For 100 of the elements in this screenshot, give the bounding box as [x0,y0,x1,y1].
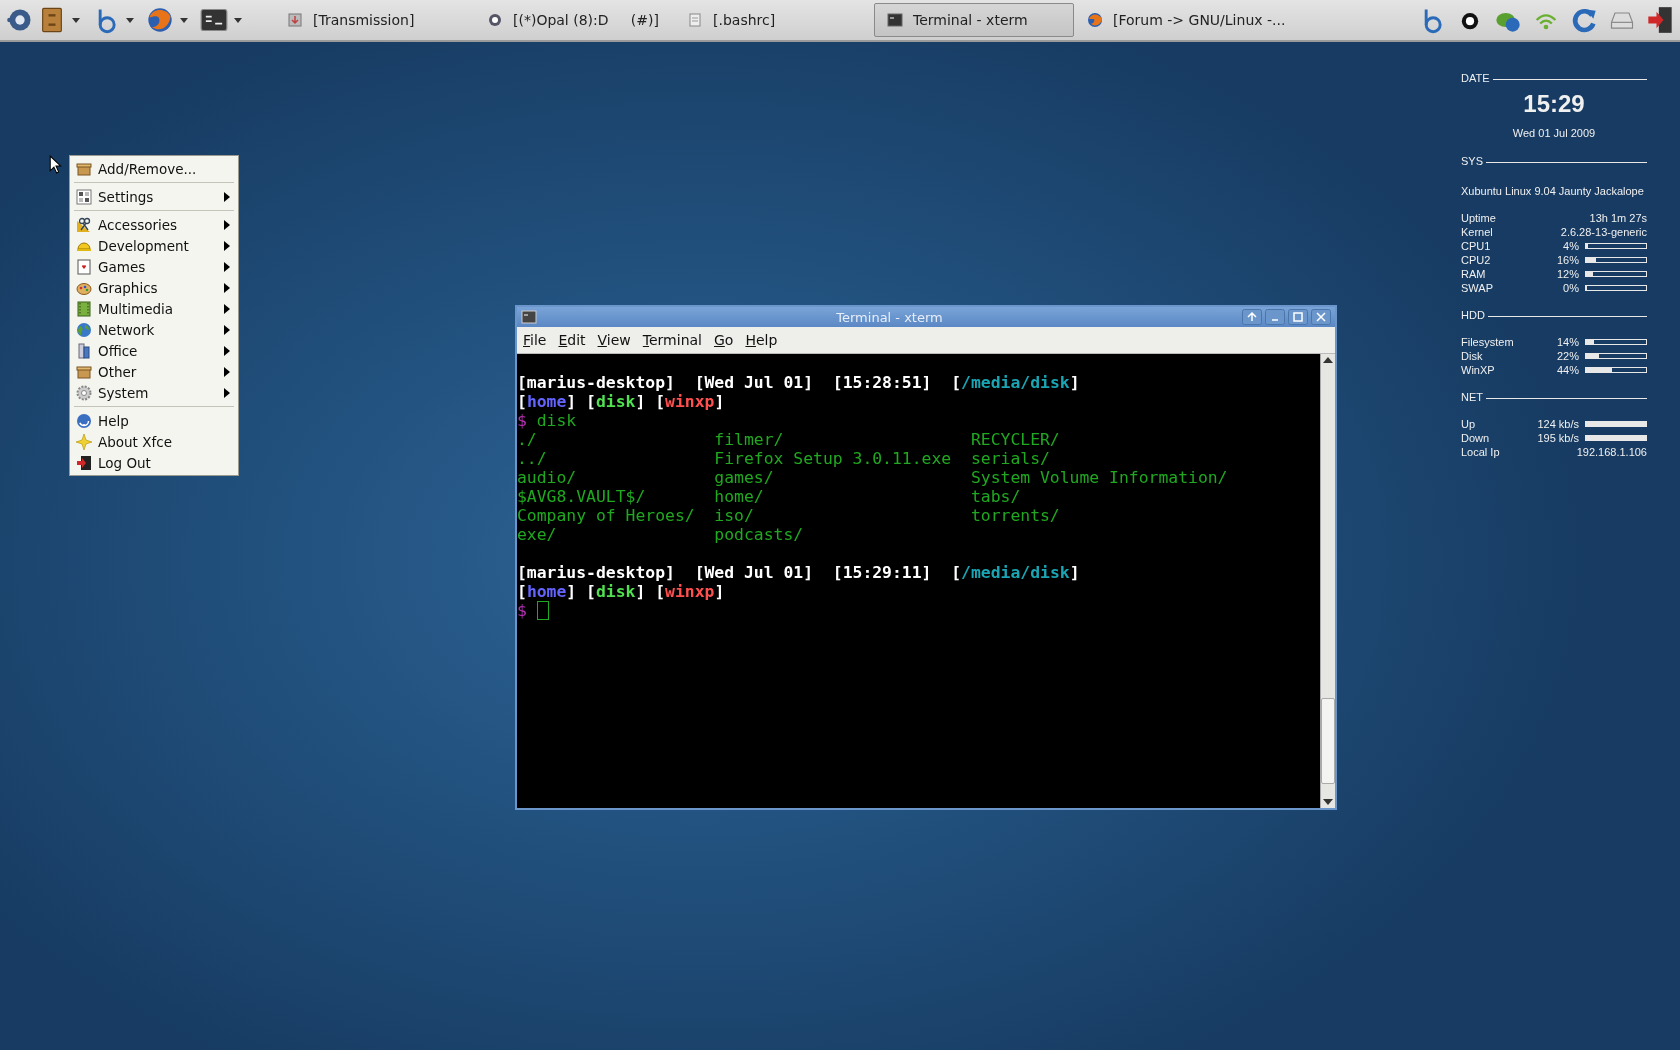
menu-bar-item[interactable]: Go [714,332,734,348]
menu-item[interactable]: Office [70,340,238,361]
prompt-text: [disk] [586,392,646,411]
submenu-arrow-icon [224,324,230,335]
prompt-text: [disk] [586,582,646,601]
stat-label: WinXP [1461,364,1496,376]
file-name: tabs/ [970,487,1021,506]
stat-value: 2.6.28-13-generic [1560,226,1647,238]
menu-item[interactable]: Games [70,256,238,277]
menu-item[interactable]: Settings [70,186,238,207]
usage-bar [1585,257,1647,263]
menu-item[interactable]: Network [70,319,238,340]
stat-value: 12% [1556,268,1579,280]
close-button[interactable] [1311,309,1331,325]
usage-bar [1585,271,1647,277]
prompt-text: [winxp] [655,582,725,601]
stat-value: 44% [1556,364,1579,376]
stat-label: SWAP [1461,282,1494,294]
usage-bar [1585,243,1647,249]
usage-bar [1585,421,1647,427]
section-heading: HDD [1461,309,1485,321]
download-icon [287,12,303,28]
file-name: torrents/ [970,506,1060,525]
submenu-arrow-icon [224,261,230,272]
stat-label: Down [1461,432,1491,444]
menu-item[interactable]: Graphics [70,277,238,298]
clock-time: 15:29 [1522,90,1586,118]
menu-bar-item[interactable]: Help [745,332,778,348]
document-icon [76,342,92,359]
stat-label: Local Ip [1461,446,1501,458]
star-icon [76,433,92,450]
stat-value: 192.168.1.106 [1576,446,1647,458]
file-name: System Volume Information/ [970,468,1228,487]
submenu-arrow-icon [224,219,230,230]
maximize-button[interactable] [1288,309,1308,325]
refresh-icon[interactable] [1570,6,1598,34]
file-name: serials/ [970,449,1050,468]
menu-item[interactable]: Help [70,410,238,431]
usage-bar [1585,339,1647,345]
stat-label: Uptime [1461,212,1497,224]
file-name: home/ [714,487,765,506]
taskbar-button[interactable]: [Forum -> GNU/Linux -... [1074,3,1287,37]
browser-icon [1087,12,1103,28]
terminal-icon [521,309,537,325]
submenu-arrow-icon [224,345,230,356]
menu-item[interactable]: Other [70,361,238,382]
scroll-thumb[interactable] [1321,698,1335,784]
terminal-icon[interactable] [200,6,228,34]
menu-bar-item[interactable]: View [597,332,631,348]
prompt-text: [home] [517,392,577,411]
menu-item[interactable]: Development [70,235,238,256]
submenu-arrow-icon [224,303,230,314]
file-name: games/ [714,468,775,487]
stat-value: 16% [1556,254,1579,266]
dropdown-arrow-icon[interactable] [126,17,134,23]
command-text: disk [536,411,577,430]
menu-item[interactable]: Accessories [70,214,238,235]
stat-value: 14% [1556,336,1579,348]
prompt-text: [/media/disk] [951,563,1080,582]
prompt-text: [home] [517,582,577,601]
menu-item[interactable]: System [70,382,238,403]
dropdown-arrow-icon[interactable] [180,17,188,23]
dropdown-arrow-icon[interactable] [72,17,80,23]
menu-item[interactable]: Add/Remove... [70,158,238,179]
scissors-icon [76,216,92,233]
window-title: Terminal - xterm [835,309,944,325]
shade-button[interactable] [1242,309,1262,325]
scrollbar[interactable] [1320,354,1335,808]
usage-bar [1585,367,1647,373]
file-name: iso/ [714,506,755,525]
menu-bar-item[interactable]: File [523,332,547,348]
gear-icon [76,384,92,401]
file-name: Firefox Setup 3.0.11.exe [714,449,953,468]
submenu-arrow-icon [224,387,230,398]
menu-bar-item[interactable]: Terminal [642,332,702,348]
submenu-arrow-icon [224,282,230,293]
document-icon [687,12,703,28]
menu-item[interactable]: Log Out [70,452,238,473]
section-heading: SYS [1461,155,1483,167]
menu-item[interactable]: About Xfce [70,431,238,452]
globe-icon [76,321,92,338]
dropdown-arrow-icon[interactable] [234,17,242,23]
taskbar-button[interactable]: Terminal - xterm [874,3,1074,37]
stat-value: 195 kb/s [1537,432,1579,444]
menu-item[interactable]: Multimedia [70,298,238,319]
taskbar-button[interactable]: [Transmission] [274,3,474,37]
terminal-icon [887,12,903,28]
usage-bar [1585,435,1647,441]
menu-bar-item[interactable]: Edit [558,332,586,348]
film-icon [76,300,92,317]
file-name: $AVG8.VAULT$/ [517,487,647,506]
exit-icon[interactable] [1646,6,1674,34]
taskbar-button[interactable]: [.bashrc] [674,3,874,37]
stat-label: RAM [1461,268,1487,280]
submenu-arrow-icon [224,240,230,251]
date-text: Wed 01 Jul 2009 [1511,127,1597,139]
minimize-button[interactable] [1265,309,1285,325]
browser-icon[interactable] [146,6,174,34]
grid-icon [76,188,92,205]
taskbar-button[interactable]: [(*)Opal (8):D (#)] [474,3,674,37]
